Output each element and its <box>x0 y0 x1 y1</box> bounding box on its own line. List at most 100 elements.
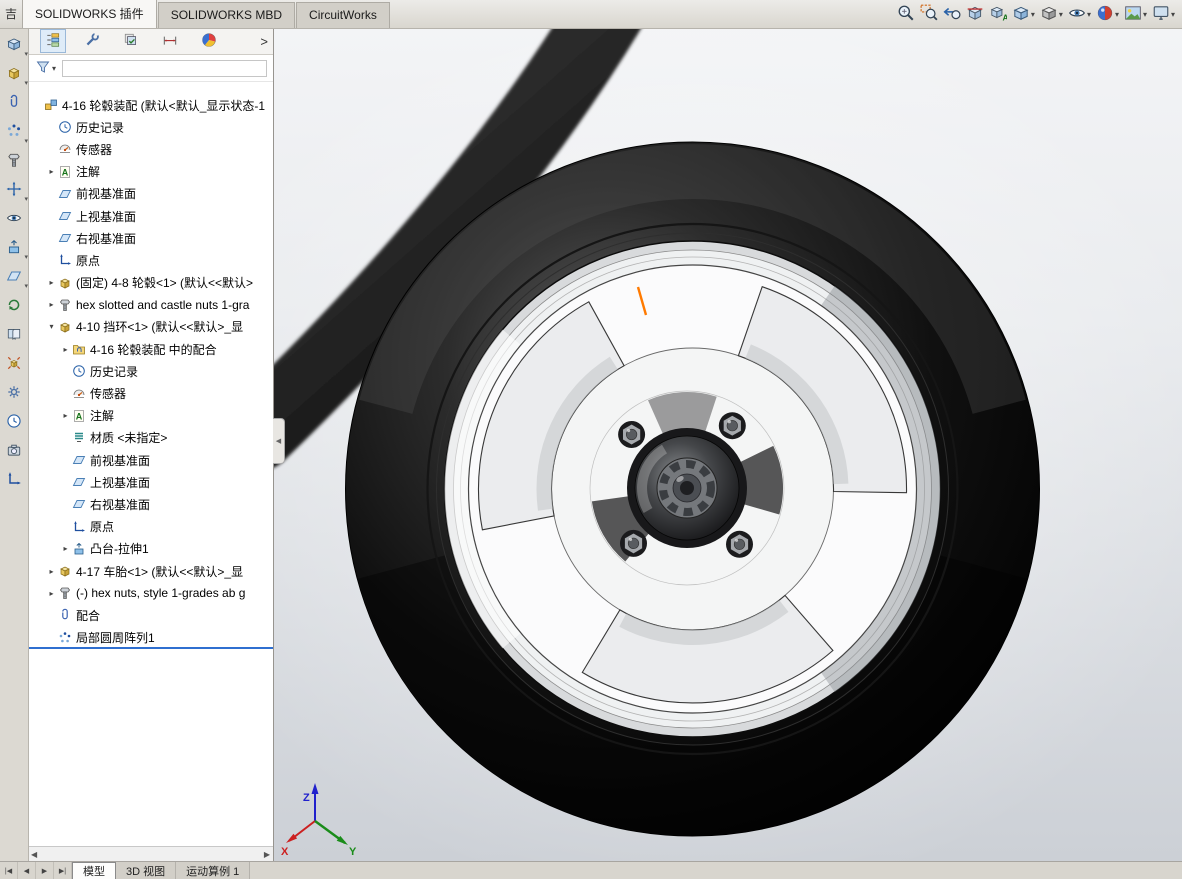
tree-expand-arrow-icon[interactable]: ▸ <box>60 544 71 553</box>
tree-item-24[interactable]: 配合 <box>28 604 273 626</box>
zoom-area-button[interactable] <box>919 3 939 26</box>
tree-item-9[interactable]: ▸ (固定) 4-8 轮毂<1> (默认<<默认> <box>28 272 273 294</box>
doc-tab-1[interactable]: 模型 <box>72 862 116 879</box>
dropdown-caret-icon[interactable]: ▾ <box>1087 10 1091 19</box>
flyout-caret-icon[interactable]: ▾ <box>24 137 28 145</box>
tree-item-7[interactable]: 右视基准面 <box>28 227 273 249</box>
prev-tab-icon[interactable]: ◀ <box>18 862 36 879</box>
update-button[interactable] <box>3 413 25 432</box>
tree-expand-arrow-icon[interactable]: ▸ <box>60 411 71 420</box>
next-tab-icon[interactable]: ▶ <box>36 862 54 879</box>
edit-component-button[interactable]: ▾ <box>3 36 28 58</box>
panel-tabs-overflow-button[interactable]: > <box>260 34 268 49</box>
flyout-caret-icon[interactable]: ▾ <box>24 79 28 87</box>
tree-item-3[interactable]: 传感器 <box>28 138 273 160</box>
tree-expand-arrow-icon[interactable]: ▾ <box>46 322 57 331</box>
tree-item-23[interactable]: ▸ (-) hex nuts, style 1-grades ab g <box>28 582 273 604</box>
dropdown-caret-icon[interactable]: ▾ <box>1171 10 1175 19</box>
tree-item-17[interactable]: 前视基准面 <box>28 449 273 471</box>
tree-item-19[interactable]: 右视基准面 <box>28 493 273 515</box>
flyout-caret-icon[interactable]: ▾ <box>24 282 28 290</box>
doc-tab-3[interactable]: 运动算例 1 <box>176 862 251 879</box>
component-pattern-button[interactable]: ▾ <box>3 123 28 145</box>
apply-scene-button[interactable]: ▾ <box>1123 3 1148 26</box>
dropdown-caret-icon[interactable]: ▾ <box>1143 10 1147 19</box>
instant3d-button[interactable] <box>3 384 25 403</box>
tree-item-20[interactable]: 原点 <box>28 516 273 538</box>
tree-expand-arrow-icon[interactable]: ▸ <box>60 345 71 354</box>
tree-item-8[interactable]: 原点 <box>28 249 273 271</box>
dropdown-caret-icon[interactable]: ▾ <box>1031 10 1035 19</box>
svg-text:X: X <box>281 846 289 858</box>
section-view-icon <box>966 4 984 25</box>
mate-button[interactable] <box>3 94 25 113</box>
tree-item-25[interactable]: 局部圆周阵列1 <box>28 627 273 649</box>
tree-item-label: (-) hex nuts, style 1-grades ab g <box>76 586 246 601</box>
tree-filter-input[interactable] <box>62 59 267 77</box>
filter-caret-icon[interactable]: ▾ <box>52 64 56 73</box>
doc-tab-2[interactable]: 3D 视图 <box>116 862 177 879</box>
display-style-button[interactable]: ▾ <box>1039 3 1064 26</box>
tree-item-6[interactable]: 上视基准面 <box>28 205 273 227</box>
filter-funnel-icon[interactable] <box>36 60 50 77</box>
previous-view-button[interactable] <box>942 3 962 26</box>
view-orientation-button[interactable]: ▾ <box>1011 3 1036 26</box>
show-hidden-components-button[interactable] <box>3 210 25 229</box>
section-view-button[interactable] <box>965 3 985 26</box>
zoom-fit-button[interactable] <box>896 3 916 26</box>
tree-item-16[interactable]: 材质 <未指定> <box>28 427 273 449</box>
bill-of-materials-button[interactable] <box>3 326 25 345</box>
featuremanager-tab[interactable] <box>40 29 66 53</box>
tree-item-14[interactable]: 传感器 <box>28 382 273 404</box>
assembly-features-button[interactable]: ▾ <box>3 239 28 261</box>
configurationmanager-tab[interactable] <box>118 29 144 53</box>
ribbon-tab-2[interactable]: SOLIDWORKS MBD <box>157 2 296 28</box>
tree-item-1[interactable]: 4-16 轮毂装配 (默认<默认_显示状态-1 <box>28 94 273 116</box>
tree-item-21[interactable]: ▸ 凸台-拉伸1 <box>28 538 273 560</box>
dropdown-caret-icon[interactable]: ▾ <box>1115 10 1119 19</box>
tree-item-12[interactable]: ▸ 4-16 轮毂装配 中的配合 <box>28 338 273 360</box>
tree-item-11[interactable]: ▾ 4-10 挡环<1> (默认<<默认>_显 <box>28 316 273 338</box>
tree-expand-arrow-icon[interactable]: ▸ <box>46 167 57 176</box>
large-assembly-mode-button[interactable] <box>3 471 25 490</box>
dynamic-annotation-view-button[interactable]: A <box>988 3 1009 26</box>
ribbon-tab-1[interactable]: SOLIDWORKS 插件 <box>22 0 157 28</box>
move-component-button[interactable]: ▾ <box>3 181 28 203</box>
tree-item-2[interactable]: 历史记录 <box>28 116 273 138</box>
tree-item-10[interactable]: ▸ hex slotted and castle nuts 1-gra <box>28 294 273 316</box>
first-tab-icon[interactable]: |◀ <box>0 862 18 879</box>
insert-component-button[interactable]: ▾ <box>3 65 28 87</box>
reference-geometry-button[interactable]: ▾ <box>3 268 28 290</box>
flyout-caret-icon[interactable]: ▾ <box>24 50 28 58</box>
tree-item-13[interactable]: 历史记录 <box>28 360 273 382</box>
tree-expand-arrow-icon[interactable]: ▸ <box>46 567 57 576</box>
flyout-caret-icon[interactable]: ▾ <box>24 253 28 261</box>
view-settings-button[interactable]: ▾ <box>1151 3 1176 26</box>
displaymanager-tab[interactable] <box>196 29 222 53</box>
panel-collapse-handle[interactable]: ◀ <box>273 418 285 464</box>
new-motion-study-button[interactable] <box>3 297 25 316</box>
edit-appearance-button[interactable]: ▾ <box>1095 3 1120 26</box>
panel-horizontal-scrollbar[interactable]: ◀ ▶ <box>28 846 273 862</box>
tree-expand-arrow-icon[interactable]: ▸ <box>46 300 57 309</box>
tree-expand-arrow-icon[interactable]: ▸ <box>46 278 57 287</box>
tree-item-15[interactable]: ▸ A 注解 <box>28 405 273 427</box>
tree-item-18[interactable]: 上视基准面 <box>28 471 273 493</box>
menu-char[interactable]: 吉 <box>0 0 22 28</box>
tree-item-5[interactable]: 前视基准面 <box>28 183 273 205</box>
tree-expand-arrow-icon[interactable]: ▸ <box>46 589 57 598</box>
dimxpertmanager-tab[interactable] <box>157 29 183 53</box>
exploded-view-button[interactable] <box>3 355 25 374</box>
last-tab-icon[interactable]: ▶| <box>54 862 72 879</box>
dropdown-caret-icon[interactable]: ▾ <box>1059 10 1063 19</box>
hide-show-items-button[interactable]: ▾ <box>1067 3 1092 26</box>
propertymanager-tab[interactable] <box>79 29 105 53</box>
smart-fastener-button[interactable] <box>3 152 25 171</box>
tree-item-22[interactable]: ▸ 4-17 车胎<1> (默认<<默认>_显 <box>28 560 273 582</box>
ribbon-tab-3[interactable]: CircuitWorks <box>296 2 390 28</box>
scroll-right-icon[interactable]: ▶ <box>264 850 270 859</box>
flyout-caret-icon[interactable]: ▾ <box>24 195 28 203</box>
scroll-left-icon[interactable]: ◀ <box>31 850 37 859</box>
take-snapshot-button[interactable] <box>3 442 25 461</box>
tree-item-4[interactable]: ▸ A 注解 <box>28 161 273 183</box>
